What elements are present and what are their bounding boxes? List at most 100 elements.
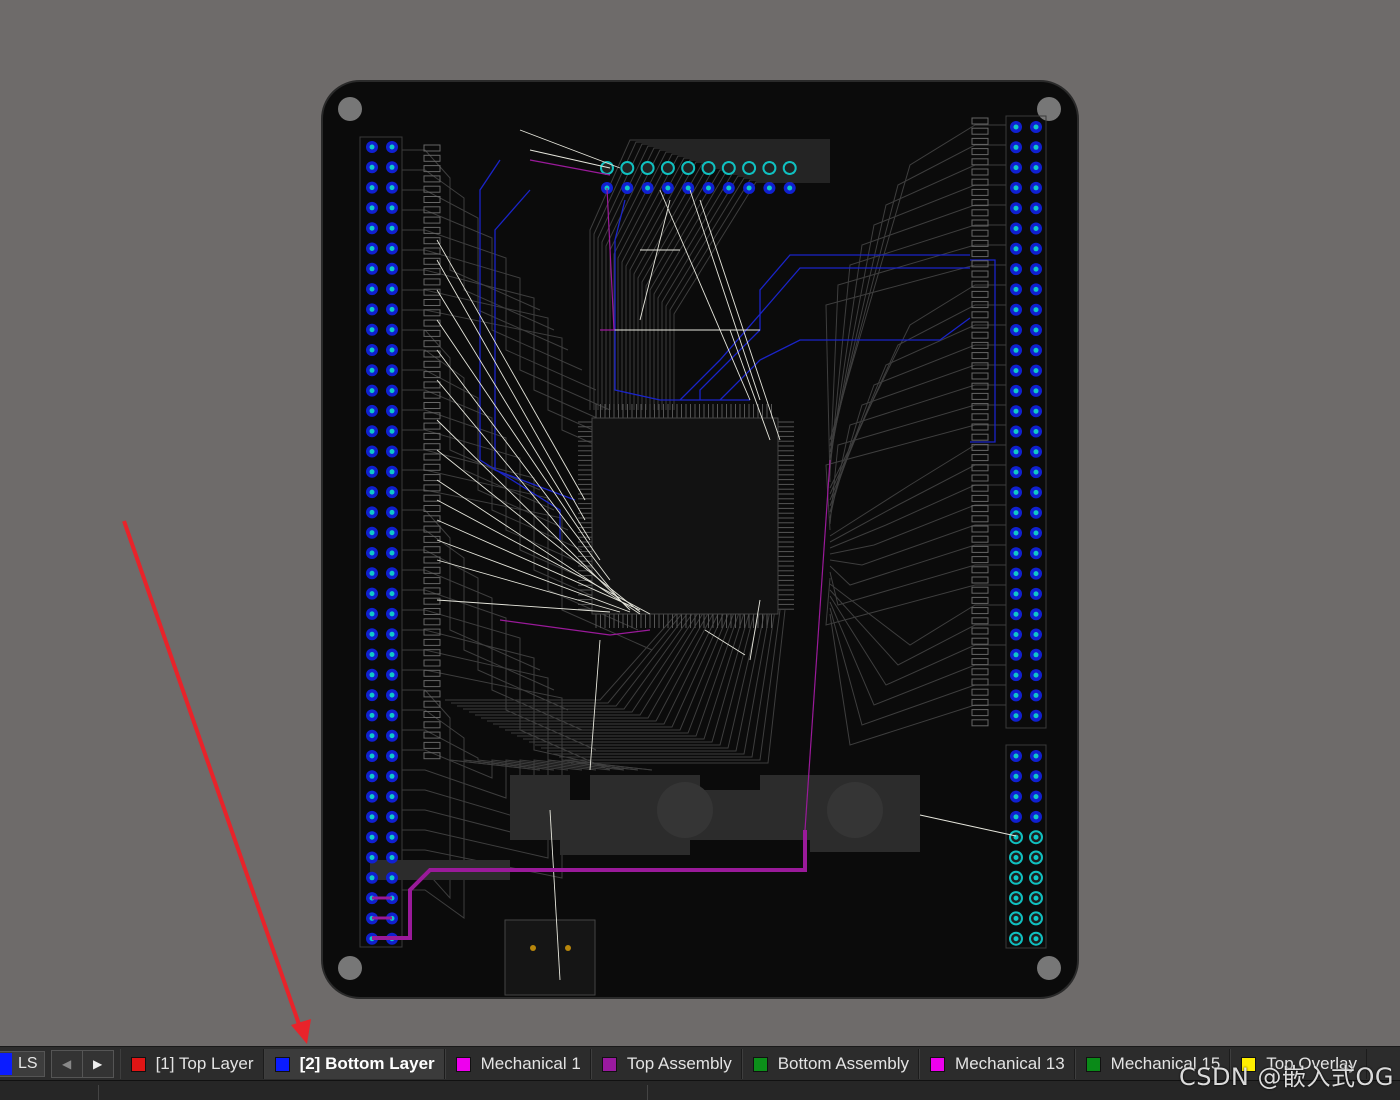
mounting-hole bbox=[1037, 956, 1061, 980]
tab-top-layer[interactable]: [1] Top Layer bbox=[119, 1049, 264, 1079]
pcb-board-view[interactable] bbox=[0, 0, 1400, 1046]
connector-pad-drill bbox=[685, 185, 691, 191]
header-pad-drill bbox=[369, 428, 375, 434]
header-pad-drill bbox=[389, 388, 395, 394]
header-pad-drill bbox=[389, 449, 395, 454]
layer-color-swatch bbox=[455, 1056, 471, 1072]
connector-pad-drill bbox=[726, 185, 732, 191]
header-pad-drill bbox=[1033, 875, 1039, 881]
mounting-hole bbox=[338, 97, 362, 121]
header-pad-drill bbox=[389, 246, 395, 251]
header-pad-drill bbox=[369, 855, 375, 860]
tab-mechanical-15[interactable]: Mechanical 15 bbox=[1074, 1049, 1231, 1079]
connector-pad bbox=[660, 161, 675, 175]
connector-pad-drill bbox=[746, 185, 752, 191]
header-pad-drill bbox=[1013, 266, 1019, 272]
connector-pad-drill bbox=[645, 185, 651, 191]
layer-tabs-bar: LS ◀ ▶ [1] Top Layer [2] Bottom Layer Me… bbox=[0, 1046, 1400, 1081]
header-pad-drill bbox=[369, 794, 375, 800]
header-pad-drill bbox=[1013, 469, 1019, 475]
qfp-chip-body bbox=[591, 417, 779, 615]
header-pad-drill bbox=[389, 428, 395, 434]
header-pad-drill bbox=[1033, 368, 1039, 374]
header-pad-drill bbox=[389, 185, 395, 191]
header-pad-drill bbox=[1013, 753, 1019, 759]
header-pad-drill bbox=[1033, 510, 1039, 516]
tab-top-overlay[interactable]: Top Overlay bbox=[1230, 1049, 1367, 1079]
header-pad-drill bbox=[389, 875, 395, 881]
header-pad-drill bbox=[1013, 895, 1019, 901]
header-pad-drill bbox=[369, 773, 375, 779]
header-pad-drill bbox=[1013, 124, 1019, 130]
power-pour-pad bbox=[827, 782, 883, 838]
chevron-left-icon[interactable]: ◀ bbox=[52, 1051, 83, 1077]
header-pad-drill bbox=[1033, 855, 1039, 860]
header-pad-drill bbox=[369, 367, 375, 373]
tab-top-assembly[interactable]: Top Assembly bbox=[590, 1049, 742, 1079]
header-pad-drill bbox=[1033, 226, 1039, 231]
tab-mechanical-13[interactable]: Mechanical 13 bbox=[919, 1049, 1075, 1079]
status-divider bbox=[647, 1085, 648, 1100]
pcb-editor-canvas[interactable] bbox=[0, 0, 1400, 1046]
chevron-right-icon[interactable]: ▶ bbox=[83, 1051, 113, 1077]
header-pad-drill bbox=[369, 570, 375, 576]
header-pad-drill bbox=[369, 205, 375, 211]
header-pad-drill bbox=[1013, 246, 1019, 252]
header-pad-drill bbox=[389, 672, 395, 678]
header-pad-drill bbox=[389, 631, 395, 637]
header-pad-drill bbox=[369, 164, 375, 170]
header-pad-drill bbox=[1013, 205, 1019, 211]
tab-label: [1] Top Layer bbox=[155, 1054, 254, 1073]
connector-pad bbox=[701, 161, 716, 175]
tab-bottom-layer[interactable]: [2] Bottom Layer bbox=[263, 1049, 445, 1079]
header-pad-drill bbox=[389, 692, 395, 698]
header-pad-drill bbox=[389, 855, 395, 860]
usb-hole bbox=[565, 945, 571, 951]
annotation-arrow bbox=[122, 520, 311, 1044]
header-pad-drill bbox=[1013, 794, 1019, 800]
connector-pad bbox=[640, 161, 655, 175]
header-pad-drill bbox=[389, 286, 395, 292]
header-pad-drill bbox=[1033, 266, 1039, 272]
header-pad-drill bbox=[389, 509, 395, 515]
tab-label: Bottom Assembly bbox=[777, 1054, 910, 1073]
header-pad-drill bbox=[369, 469, 375, 475]
usb-connector bbox=[504, 919, 596, 996]
header-pad-drill bbox=[369, 631, 375, 637]
header-pad-drill bbox=[1033, 307, 1039, 313]
header-pad-drill bbox=[389, 367, 395, 373]
header-pad-drill bbox=[389, 347, 395, 353]
header-pad-drill bbox=[389, 733, 395, 739]
layer-nav: ◀ ▶ bbox=[50, 1050, 114, 1078]
header-pad-drill bbox=[1033, 672, 1039, 678]
header-pad-drill bbox=[1033, 347, 1039, 353]
layer-set-button[interactable]: LS bbox=[0, 1051, 45, 1077]
header-pad-drill bbox=[369, 530, 375, 536]
header-pad-drill bbox=[1033, 469, 1039, 475]
header-pad-drill bbox=[1033, 550, 1039, 556]
header-pad-drill bbox=[1013, 165, 1019, 171]
header-pad-drill bbox=[1013, 368, 1019, 374]
layer-color-swatch bbox=[130, 1056, 146, 1072]
header-pad-drill bbox=[389, 306, 395, 312]
header-pad-drill bbox=[1013, 388, 1019, 394]
header-pad-drill bbox=[1013, 591, 1019, 597]
header-pad-drill bbox=[1033, 915, 1039, 921]
tab-bottom-assembly[interactable]: Bottom Assembly bbox=[741, 1049, 920, 1079]
tab-label: [2] Bottom Layer bbox=[299, 1054, 435, 1073]
layer-color-swatch bbox=[752, 1056, 768, 1072]
header-pad-drill bbox=[389, 164, 395, 170]
connector-pad bbox=[721, 161, 736, 175]
header-pad-drill bbox=[369, 225, 375, 231]
connector-pad-drill bbox=[706, 185, 711, 191]
tab-mechanical-1[interactable]: Mechanical 1 bbox=[444, 1049, 591, 1079]
status-bar bbox=[0, 1080, 1400, 1100]
header-pad-drill bbox=[389, 266, 395, 272]
header-pad-drill bbox=[369, 712, 375, 718]
header-pad-drill bbox=[369, 753, 375, 759]
header-pad-drill bbox=[1013, 814, 1019, 820]
connector-pad-drill bbox=[665, 185, 671, 191]
header-pad-drill bbox=[1033, 773, 1039, 779]
header-pad-drill bbox=[1013, 550, 1019, 556]
header-pad-drill bbox=[389, 794, 395, 800]
